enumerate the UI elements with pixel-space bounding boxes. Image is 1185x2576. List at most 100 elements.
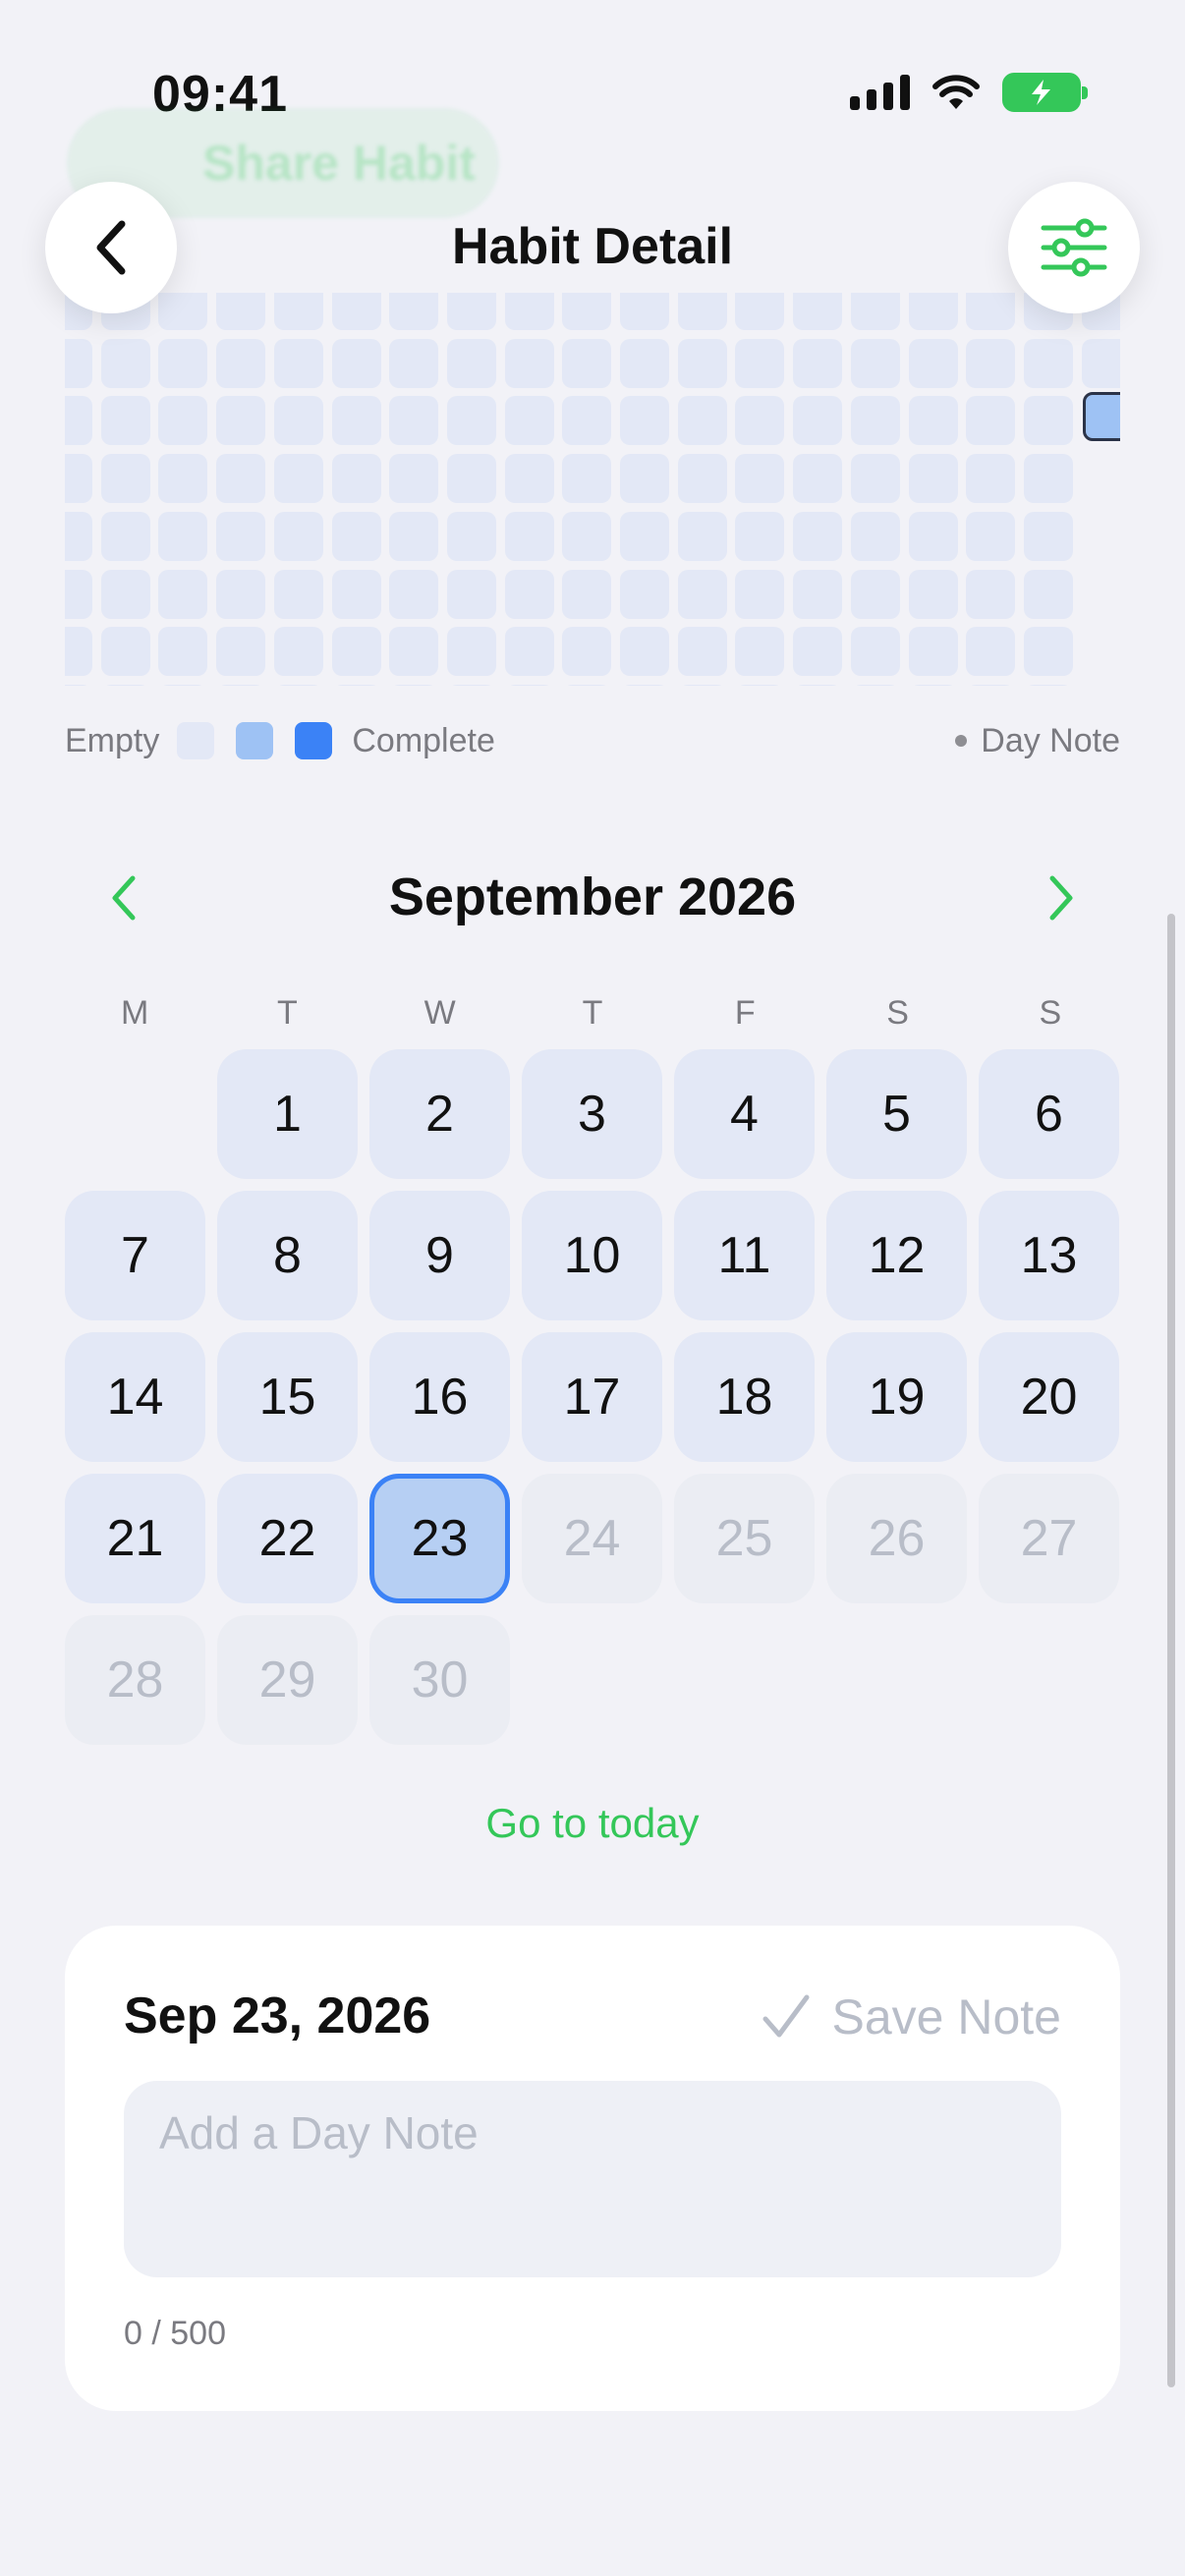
heatmap-cell[interactable] bbox=[562, 396, 612, 446]
calendar-day[interactable]: 18 bbox=[674, 1332, 815, 1462]
heatmap-cell[interactable] bbox=[1023, 627, 1073, 677]
heatmap-cell[interactable] bbox=[908, 569, 958, 619]
heatmap-cell[interactable] bbox=[504, 627, 554, 677]
heatmap-cell[interactable] bbox=[216, 338, 266, 388]
heatmap-cell[interactable] bbox=[793, 338, 843, 388]
heatmap-cell[interactable] bbox=[620, 396, 669, 446]
calendar-day[interactable]: 15 bbox=[217, 1332, 358, 1462]
heatmap-cell[interactable] bbox=[562, 454, 612, 504]
calendar-day[interactable]: 6 bbox=[979, 1049, 1119, 1179]
heatmap-cell[interactable] bbox=[100, 396, 150, 446]
heatmap-cell[interactable] bbox=[65, 454, 92, 504]
calendar-day[interactable]: 8 bbox=[217, 1191, 358, 1320]
heatmap-cell[interactable] bbox=[100, 511, 150, 561]
heatmap-cell[interactable] bbox=[331, 627, 381, 677]
heatmap-cell[interactable] bbox=[562, 684, 612, 686]
calendar-day[interactable]: 11 bbox=[674, 1191, 815, 1320]
heatmap-cell[interactable] bbox=[100, 627, 150, 677]
calendar-day[interactable]: 14 bbox=[65, 1332, 205, 1462]
heatmap-cell[interactable] bbox=[735, 569, 785, 619]
calendar-day[interactable]: 17 bbox=[522, 1332, 662, 1462]
heatmap-cell[interactable] bbox=[446, 684, 496, 686]
calendar-day[interactable]: 4 bbox=[674, 1049, 815, 1179]
calendar-day[interactable]: 5 bbox=[826, 1049, 967, 1179]
heatmap-cell[interactable] bbox=[908, 684, 958, 686]
heatmap-cell[interactable] bbox=[850, 338, 900, 388]
heatmap-cell[interactable] bbox=[793, 627, 843, 677]
calendar-day[interactable]: 13 bbox=[979, 1191, 1119, 1320]
heatmap-cell[interactable] bbox=[793, 511, 843, 561]
heatmap-cell[interactable] bbox=[908, 396, 958, 446]
heatmap-cell[interactable] bbox=[966, 396, 1016, 446]
heatmap-cell[interactable] bbox=[158, 569, 208, 619]
heatmap-cell[interactable] bbox=[100, 569, 150, 619]
heatmap-cell[interactable] bbox=[850, 627, 900, 677]
heatmap-cell[interactable] bbox=[504, 396, 554, 446]
heatmap-cell[interactable] bbox=[446, 454, 496, 504]
calendar-day[interactable]: 19 bbox=[826, 1332, 967, 1462]
heatmap-cell[interactable] bbox=[65, 511, 92, 561]
heatmap-cell[interactable] bbox=[735, 627, 785, 677]
heatmap-cell[interactable] bbox=[504, 684, 554, 686]
heatmap-cell[interactable] bbox=[562, 627, 612, 677]
heatmap-cell[interactable] bbox=[850, 684, 900, 686]
heatmap-cell[interactable] bbox=[273, 454, 323, 504]
heatmap-cell[interactable] bbox=[65, 569, 92, 619]
heatmap-cell[interactable] bbox=[1023, 396, 1073, 446]
heatmap-cell[interactable] bbox=[620, 569, 669, 619]
heatmap-cell[interactable] bbox=[446, 511, 496, 561]
heatmap-cell[interactable] bbox=[562, 511, 612, 561]
calendar-day[interactable]: 1 bbox=[217, 1049, 358, 1179]
filter-button[interactable] bbox=[1008, 182, 1140, 313]
heatmap-cell[interactable] bbox=[1081, 338, 1120, 388]
heatmap-cell[interactable] bbox=[793, 454, 843, 504]
next-month-button[interactable] bbox=[1032, 868, 1091, 927]
heatmap-cell[interactable] bbox=[850, 569, 900, 619]
calendar-day[interactable]: 21 bbox=[65, 1474, 205, 1603]
heatmap-cell[interactable] bbox=[735, 684, 785, 686]
heatmap-cell[interactable] bbox=[677, 454, 727, 504]
heatmap-cell[interactable] bbox=[158, 511, 208, 561]
heatmap-cell[interactable] bbox=[620, 454, 669, 504]
calendar-day[interactable]: 16 bbox=[369, 1332, 510, 1462]
heatmap-cell[interactable] bbox=[504, 569, 554, 619]
heatmap-cell[interactable] bbox=[677, 569, 727, 619]
heatmap-cell[interactable] bbox=[389, 454, 439, 504]
heatmap-cell[interactable] bbox=[908, 338, 958, 388]
heatmap-cell[interactable] bbox=[966, 569, 1016, 619]
heatmap-cell[interactable] bbox=[850, 511, 900, 561]
day-note-input[interactable] bbox=[124, 2081, 1061, 2277]
heatmap-cell[interactable] bbox=[1023, 684, 1073, 686]
heatmap-cell[interactable] bbox=[331, 396, 381, 446]
heatmap-cell[interactable] bbox=[1023, 338, 1073, 388]
heatmap-cell[interactable] bbox=[504, 338, 554, 388]
heatmap-cell[interactable] bbox=[273, 396, 323, 446]
heatmap-cell[interactable] bbox=[446, 569, 496, 619]
heatmap-cell[interactable] bbox=[735, 396, 785, 446]
heatmap-cell[interactable] bbox=[793, 569, 843, 619]
calendar-day-selected[interactable]: 23 bbox=[369, 1474, 510, 1603]
heatmap-cell[interactable] bbox=[331, 338, 381, 388]
calendar-day[interactable]: 22 bbox=[217, 1474, 358, 1603]
heatmap-cell[interactable] bbox=[966, 627, 1016, 677]
heatmap-cell[interactable] bbox=[735, 511, 785, 561]
heatmap-cell[interactable] bbox=[793, 684, 843, 686]
heatmap-cell[interactable] bbox=[850, 454, 900, 504]
heatmap-cell[interactable] bbox=[100, 454, 150, 504]
heatmap-cell[interactable] bbox=[677, 338, 727, 388]
heatmap-cell[interactable] bbox=[966, 454, 1016, 504]
heatmap-cell[interactable] bbox=[216, 396, 266, 446]
heatmap-cell[interactable] bbox=[65, 396, 92, 446]
heatmap-cell[interactable] bbox=[908, 627, 958, 677]
heatmap-cell[interactable] bbox=[504, 454, 554, 504]
heatmap-cell[interactable] bbox=[446, 338, 496, 388]
heatmap-cell[interactable] bbox=[850, 396, 900, 446]
heatmap-cell[interactable] bbox=[216, 627, 266, 677]
calendar-day[interactable]: 9 bbox=[369, 1191, 510, 1320]
heatmap-cell[interactable] bbox=[1023, 454, 1073, 504]
heatmap-cell[interactable] bbox=[331, 684, 381, 686]
heatmap-cell[interactable] bbox=[793, 396, 843, 446]
heatmap-cell[interactable] bbox=[389, 684, 439, 686]
heatmap-cell[interactable] bbox=[562, 338, 612, 388]
go-to-today-button[interactable]: Go to today bbox=[0, 1800, 1185, 1847]
